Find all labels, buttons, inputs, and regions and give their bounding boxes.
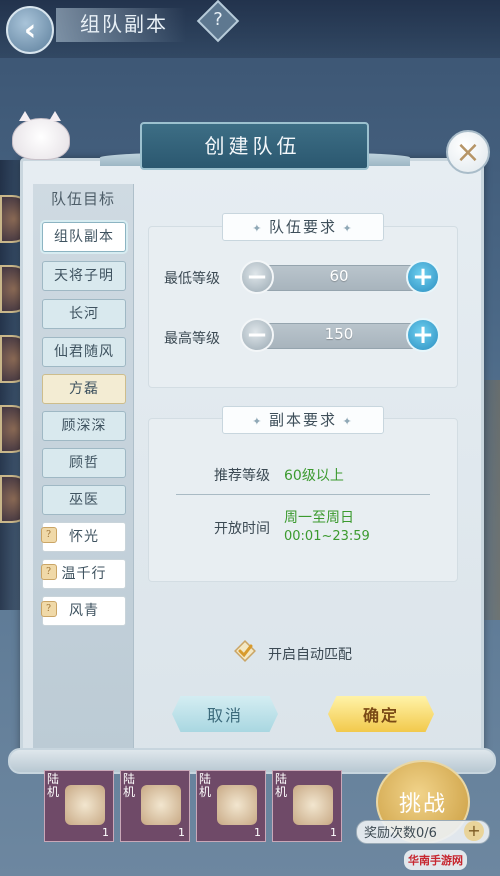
help-glyph: ? (213, 9, 223, 30)
sidebar-item[interactable]: 长河 (42, 299, 126, 329)
sidebar-item-label: 怀光 (69, 529, 99, 545)
sidebar-item[interactable]: 仙君随风 (42, 337, 126, 367)
add-reward-button[interactable]: + (464, 821, 484, 841)
min-level-minus-button[interactable]: − (240, 260, 274, 294)
sidebar-item[interactable]: 方磊 (42, 374, 126, 404)
sidebar-item-label: 仙君随风 (54, 344, 114, 360)
star-icon: ✦ (252, 222, 269, 235)
recommended-level-value: 60级以上 (284, 468, 344, 484)
reward-card[interactable]: 陆机 1 (196, 770, 266, 842)
sidebar-item-label: 顾深深 (61, 418, 107, 434)
sidebar-item-locked[interactable]: ? 温千行 (41, 559, 126, 589)
card-count: 1 (102, 826, 109, 839)
item-icon (217, 785, 257, 825)
item-icon (141, 785, 181, 825)
sidebar-item-label: 长河 (69, 306, 99, 322)
open-time-label: 开放时间 (214, 521, 270, 537)
sidebar-item-team-dungeon[interactable]: 组队副本 (42, 222, 126, 252)
star-icon: ✦ (337, 222, 354, 235)
min-level-label: 最低等级 (164, 271, 220, 287)
star-icon: ✦ (337, 415, 354, 428)
open-days-value: 周一至周日 (284, 510, 354, 526)
sidebar-item[interactable]: 顾深深 (42, 411, 126, 441)
sidebar-item-label: 顾哲 (69, 455, 99, 471)
minus-icon: − (246, 320, 268, 350)
min-level-plus-button[interactable]: + (406, 260, 440, 294)
sidebar-item-label: 组队副本 (54, 229, 114, 245)
sidebar-item-locked[interactable]: ? 怀光 (41, 522, 126, 552)
lock-icon: ? (41, 527, 57, 543)
checkbox-checked-icon[interactable] (234, 640, 256, 662)
challenge-label: 挑战 (398, 792, 447, 817)
minus-icon: − (246, 262, 268, 292)
open-hours-value: 00:01~23:59 (284, 529, 370, 544)
max-level-label: 最高等级 (164, 331, 220, 347)
lock-icon: ? (41, 564, 57, 580)
sidebar-title: 队伍目标 (50, 190, 115, 208)
dialog-title: 创建队伍 (204, 134, 301, 158)
section-title: 队伍要求 (268, 218, 337, 236)
confirm-label: 确定 (362, 706, 399, 725)
cat-ear (49, 111, 61, 121)
sidebar-item-label: 巫医 (69, 492, 99, 508)
auto-match-label[interactable]: 开启自动匹配 (268, 644, 352, 664)
sidebar-item-locked[interactable]: ? 风青 (41, 596, 126, 626)
max-level-plus-button[interactable]: + (406, 318, 440, 352)
sidebar-item-label: 温千行 (61, 566, 107, 582)
sidebar-item[interactable]: 巫医 (42, 485, 126, 515)
cat-mascot-icon (12, 111, 70, 160)
cancel-button[interactable]: 取消 (172, 696, 278, 732)
card-tag: 陆机 (275, 772, 288, 799)
team-requirements-panel (148, 226, 458, 388)
sidebar-item[interactable]: 顾哲 (42, 448, 126, 478)
item-icon (65, 785, 105, 825)
card-count: 1 (330, 826, 337, 839)
section-title: 副本要求 (268, 411, 337, 429)
reward-count-text: 奖励次数0/6 (364, 826, 437, 841)
cancel-label: 取消 (206, 706, 243, 725)
close-icon: × (455, 134, 481, 170)
card-count: 1 (254, 826, 261, 839)
plus-icon: + (412, 320, 434, 350)
team-requirements-label: ✦ 队伍要求 ✦ (222, 213, 384, 241)
card-tag: 陆机 (123, 772, 136, 799)
watermark: 华南手游网 (404, 850, 467, 870)
reward-card[interactable]: 陆机 1 (44, 770, 114, 842)
max-level-minus-button[interactable]: − (240, 318, 274, 352)
close-button[interactable]: × (446, 130, 490, 174)
card-count: 1 (178, 826, 185, 839)
page-title: 组队副本 (80, 12, 168, 36)
item-icon (293, 785, 333, 825)
star-icon: ✦ (252, 415, 269, 428)
sidebar-item[interactable]: 天将子明 (42, 261, 126, 291)
reward-card[interactable]: 陆机 1 (120, 770, 190, 842)
divider (176, 494, 430, 495)
card-tag: 陆机 (199, 772, 212, 799)
chevron-left-icon: ‹ (23, 12, 37, 48)
sidebar-item-label: 方磊 (69, 381, 99, 397)
back-button[interactable]: ‹ (6, 6, 54, 54)
recommended-level-label: 推荐等级 (214, 468, 270, 484)
cat-ear (19, 111, 31, 121)
dungeon-requirements-panel (148, 418, 458, 582)
confirm-button[interactable]: 确定 (328, 696, 434, 732)
card-tag: 陆机 (47, 772, 60, 799)
sidebar-item-label: 风青 (69, 603, 99, 619)
reward-card[interactable]: 陆机 1 (272, 770, 342, 842)
plus-icon: + (412, 262, 434, 292)
dungeon-requirements-label: ✦ 副本要求 ✦ (222, 406, 384, 434)
sidebar-item-label: 天将子明 (54, 268, 114, 284)
lock-icon: ? (41, 601, 57, 617)
